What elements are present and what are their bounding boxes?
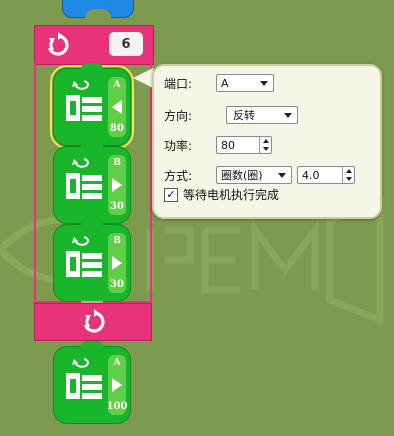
motor-icon	[66, 358, 102, 399]
power-spinbox-value: 80	[221, 138, 235, 152]
port-label: B	[113, 236, 121, 246]
chevron-down-icon	[260, 80, 268, 86]
motor-icon	[66, 80, 102, 121]
mode-field-label: 方式:	[164, 168, 193, 183]
direction-select-value: 反转	[233, 109, 255, 122]
loop-repeat-icon	[47, 32, 69, 56]
port-label: A	[113, 358, 121, 368]
previous-block[interactable]	[62, 0, 134, 18]
motor-block[interactable]: B 30	[53, 219, 131, 309]
spin-buttons[interactable]	[259, 137, 271, 153]
direction-left-icon	[112, 99, 122, 114]
block-connector	[85, 9, 111, 18]
motor-block[interactable]: A 80	[50, 63, 134, 153]
motor-settings-strip: A 80	[108, 77, 126, 137]
block-connector	[80, 341, 104, 349]
mode-amount-spinbox[interactable]: 4.0	[297, 166, 355, 184]
block-connector	[80, 63, 104, 71]
loop-block-header[interactable]: 6	[34, 25, 154, 65]
chevron-down-icon	[284, 112, 292, 118]
mode-row: 方式: 圈数(圈) 4.0	[164, 166, 355, 184]
motor-settings-strip: B 30	[108, 233, 126, 293]
spin-up-icon[interactable]	[343, 167, 354, 175]
direction-right-icon	[112, 377, 122, 392]
power-label: 100	[106, 401, 128, 412]
direction-right-icon	[112, 177, 122, 192]
direction-field-label: 方向:	[164, 108, 193, 123]
spin-down-icon[interactable]	[343, 175, 354, 183]
spin-up-icon[interactable]	[260, 137, 271, 145]
loop-count-input[interactable]: 6	[109, 32, 143, 56]
port-select[interactable]: A	[216, 74, 274, 92]
spin-down-icon[interactable]	[260, 145, 271, 153]
motor-properties-popup: 端口: A 方向: 反转 功率: 80 方式: 圈数(圈) 4.0 ✓ 等待电机…	[152, 64, 382, 219]
port-select-value: A	[221, 76, 229, 90]
wait-checkbox[interactable]: ✓	[164, 187, 178, 202]
mode-select-value: 圈数(圈)	[221, 169, 263, 182]
direction-row: 方向: 反转	[164, 106, 298, 124]
power-label: 80	[110, 123, 124, 134]
direction-select[interactable]: 反转	[226, 106, 298, 124]
wait-checkbox-label: 等待电机执行完成	[183, 188, 280, 202]
port-row: 端口: A	[164, 74, 274, 92]
direction-right-icon	[112, 255, 122, 270]
power-label: 30	[110, 279, 124, 290]
spin-buttons[interactable]	[342, 167, 354, 183]
block-connector	[80, 219, 104, 227]
power-label: 30	[110, 201, 124, 212]
motor-block[interactable]: B 30	[53, 141, 131, 231]
motor-settings-strip: A 100	[106, 355, 128, 415]
popup-pointer	[133, 68, 153, 88]
mode-select[interactable]: 圈数(圈)	[216, 166, 292, 184]
motor-icon	[66, 236, 102, 277]
port-field-label: 端口:	[164, 76, 193, 91]
motor-block[interactable]: A 100	[53, 341, 131, 424]
motor-icon	[66, 158, 102, 199]
loop-repeat-icon	[83, 309, 105, 333]
loop-block-footer[interactable]	[34, 303, 152, 341]
chevron-down-icon	[278, 172, 286, 178]
power-spinbox[interactable]: 80	[216, 136, 272, 154]
mode-amount-value: 4.0	[302, 168, 320, 182]
wait-row: ✓ 等待电机执行完成	[164, 186, 279, 203]
motor-settings-strip: B 30	[108, 155, 126, 215]
block-connector	[80, 141, 104, 149]
port-label: A	[113, 80, 121, 90]
power-field-label: 功率:	[164, 138, 193, 153]
port-label: B	[113, 158, 121, 168]
power-row: 功率: 80	[164, 136, 272, 154]
